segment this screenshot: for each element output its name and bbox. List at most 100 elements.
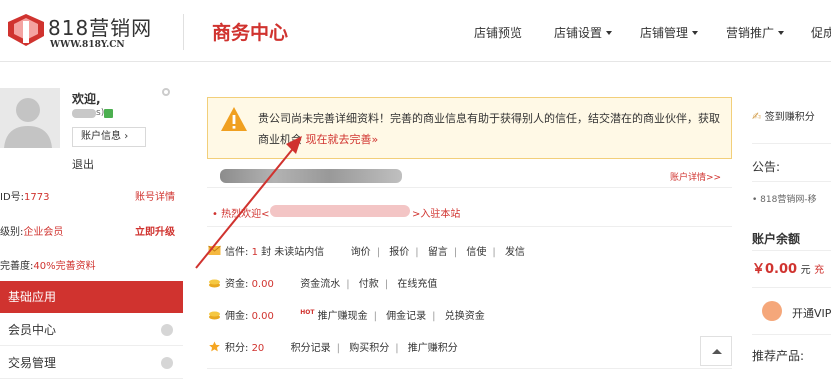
username-blurred <box>72 109 96 118</box>
recharge-link[interactable]: 充 <box>814 265 824 276</box>
chevron-right-icon: › <box>124 131 129 142</box>
back-to-top-button[interactable] <box>700 336 732 366</box>
link-send-letter[interactable]: 发信 <box>505 247 525 258</box>
link-messenger[interactable]: 信使 <box>466 247 486 258</box>
logout-link[interactable]: 退出 <box>72 156 94 172</box>
level-label: 级别: <box>0 227 24 238</box>
menu-trade-management[interactable]: 交易管理 <box>0 347 183 379</box>
nav-label: 促成 <box>811 26 831 40</box>
sidebar: 欢迎, s) 账户信息 › 退出 ID号:1773 账号详情 级别:企业会员 立… <box>0 62 183 379</box>
menu-basic-apps[interactable]: 基础应用 <box>0 281 183 313</box>
menu-label: 交易管理 <box>8 356 57 370</box>
warning-icon <box>221 107 247 131</box>
link-points-records[interactable]: 积分记录 <box>291 343 331 354</box>
level-value: 企业会员 <box>23 227 64 238</box>
commission-row: 佣金: 0.00 HOT 推广赚现金 | 佣金记录 | 兑换资金 <box>208 307 485 322</box>
funds-label: 资金: <box>225 279 249 290</box>
link-redeem-funds[interactable]: 兑换资金 <box>445 311 485 322</box>
avatar[interactable] <box>0 88 60 148</box>
link-fund-flow[interactable]: 资金流水 <box>300 279 340 290</box>
star-icon <box>209 341 220 352</box>
nav-label: 店铺预览 <box>474 26 523 40</box>
link-quote[interactable]: 报价 <box>389 247 409 258</box>
signin-icon: ✍ <box>752 110 762 123</box>
header-divider <box>183 14 184 50</box>
coins-icon <box>209 279 220 288</box>
incomplete-profile-notice: 贵公司尚未完善详细资料！完善的商业信息有助于获得别人的信任，结交潜在的商业伙伴，… <box>207 97 732 159</box>
divider <box>752 287 831 288</box>
announcement-text: 818营销网-移 <box>760 195 817 205</box>
signin-link[interactable]: ✍ 签到赚积分 <box>752 108 815 123</box>
open-vip-link[interactable]: 开通VIP <box>792 305 831 321</box>
gear-icon[interactable] <box>162 88 170 96</box>
notice-text: 贵公司尚未完善详细资料！完善的商业信息有助于获得别人的信任，结交潜在的商业伙伴，… <box>258 108 726 150</box>
expand-icon <box>161 357 173 369</box>
balance-title: 账户余额 <box>752 232 801 246</box>
completeness-row: 完善度:40%完善资料 <box>0 257 183 272</box>
complete-now-link[interactable]: 现在就去完善» <box>306 133 379 146</box>
announcement-item[interactable]: • 818营销网-移 <box>752 192 817 205</box>
menu-member-center[interactable]: 会员中心 <box>0 314 183 346</box>
hot-badge: HOT <box>300 309 315 316</box>
expand-icon <box>161 324 173 336</box>
vip-icon <box>762 301 782 321</box>
completeness-label: 完善度: <box>0 261 34 272</box>
funds-value: 0.00 <box>251 279 274 290</box>
site-name-blurred <box>270 205 410 217</box>
divider <box>752 334 831 335</box>
link-inquiry[interactable]: 询价 <box>351 247 371 258</box>
nav-label: 店铺设置 <box>554 26 603 40</box>
balance-row: ￥0.00 元 充 <box>752 258 824 277</box>
letters-label: 信件: <box>225 247 249 258</box>
nav-marketing[interactable]: 营销推广 <box>726 24 785 41</box>
account-info-button[interactable]: 账户信息 › <box>72 127 146 147</box>
funds-row: 资金: 0.00 资金流水 | 付款 | 在线充值 <box>208 275 437 290</box>
commission-label: 佣金: <box>225 311 249 322</box>
caret-down-icon <box>692 31 699 35</box>
link-buy-points[interactable]: 购买积分 <box>349 343 389 354</box>
welcome-text: 欢迎, <box>72 92 101 106</box>
link-promote-cash[interactable]: 推广赚现金 <box>318 311 368 322</box>
logo-url: WWW.818Y.CN <box>50 40 125 50</box>
letters-count[interactable]: 1 <box>252 247 258 258</box>
balance-unit: 元 <box>800 265 811 276</box>
link-payment[interactable]: 付款 <box>359 279 379 290</box>
divider <box>207 368 732 369</box>
page-title: 商务中心 <box>212 22 289 44</box>
divider <box>207 226 732 227</box>
divider <box>752 143 831 144</box>
company-name-blurred <box>220 169 402 183</box>
link-message[interactable]: 留言 <box>428 247 448 258</box>
divider <box>207 187 732 188</box>
nav-shop-settings[interactable]: 店铺设置 <box>554 24 613 41</box>
account-detail-link[interactable]: 账号详情 <box>135 188 175 203</box>
link-recharge[interactable]: 在线充值 <box>397 279 437 290</box>
points-label: 积分: <box>225 343 249 354</box>
id-value: 1773 <box>24 192 50 203</box>
nav-label: 营销推广 <box>726 26 775 40</box>
business-center-page: 818营销网 WWW.818Y.CN 商务中心 店铺预览 店铺设置 店铺管理 营… <box>0 0 831 379</box>
nav-promote[interactable]: 促成 <box>811 24 831 41</box>
header: 818营销网 WWW.818Y.CN 商务中心 店铺预览 店铺设置 店铺管理 营… <box>0 0 831 62</box>
hot-welcome-label: 热烈欢迎< <box>221 209 270 220</box>
hot-welcome-text: • 热烈欢迎< <box>212 209 270 220</box>
signin-label: 签到赚积分 <box>764 112 815 123</box>
upgrade-link[interactable]: 立即升级 <box>135 223 175 238</box>
logo-mark-icon <box>8 14 44 46</box>
nav-shop-management[interactable]: 店铺管理 <box>640 24 699 41</box>
caret-down-icon <box>606 31 613 35</box>
logo-text: 818营销网 <box>48 16 153 40</box>
level-row: 级别:企业会员 立即升级 <box>0 223 183 238</box>
divider <box>752 181 831 182</box>
account-details-link[interactable]: 账户详情>> <box>670 170 721 183</box>
commission-value: 0.00 <box>251 311 274 322</box>
completeness-value[interactable]: 40%完善资料 <box>33 261 95 272</box>
link-earn-points[interactable]: 推广赚积分 <box>408 343 458 354</box>
link-commission-records[interactable]: 佣金记录 <box>386 311 426 322</box>
coins-icon <box>209 311 220 320</box>
join-site-text: >入驻本站 <box>412 209 461 220</box>
letters-row: 信件: 1 封 未读站内信 询价 | 报价 | 留言 | 信使 | 发信 <box>208 243 525 258</box>
nav-label: 店铺管理 <box>640 26 689 40</box>
nav-shop-preview[interactable]: 店铺预览 <box>474 24 522 41</box>
username-suffix: s) <box>96 108 105 118</box>
